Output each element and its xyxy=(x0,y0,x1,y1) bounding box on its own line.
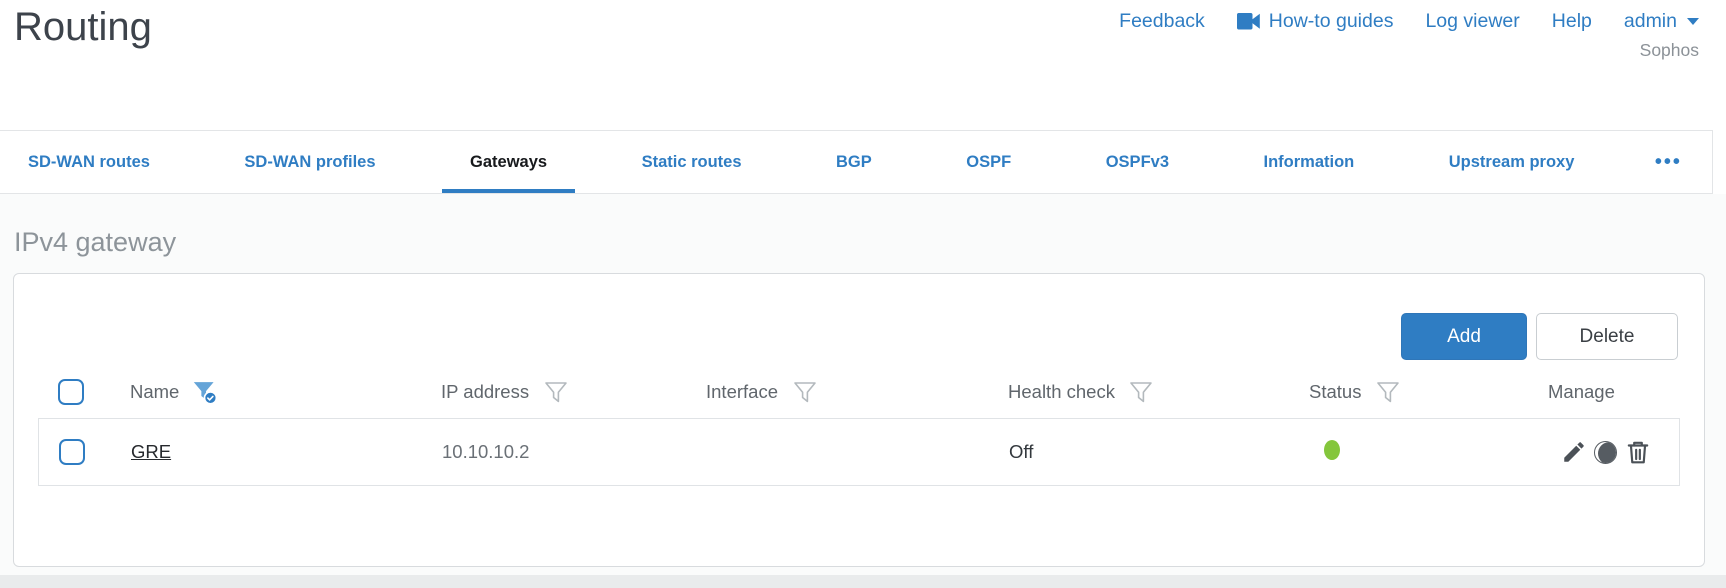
page-header: Routing Feedback How-to guides Log viewe… xyxy=(0,0,1726,130)
tab-upstream-proxy[interactable]: Upstream proxy xyxy=(1421,131,1603,193)
status-dot xyxy=(1324,439,1340,460)
main-content: IPv4 gateway Add Delete Name IP address xyxy=(0,194,1726,575)
howto-guides-link[interactable]: How-to guides xyxy=(1236,10,1393,33)
tab-static-routes[interactable]: Static routes xyxy=(614,131,770,193)
column-header-ip-address: IP address xyxy=(441,381,530,402)
health-check-cell: Off xyxy=(1009,441,1034,462)
brand-label: Sophos xyxy=(1639,40,1699,60)
tab-bgp[interactable]: BGP xyxy=(808,131,900,193)
tab-information[interactable]: Information xyxy=(1236,131,1383,193)
tab-sdwan-profiles[interactable]: SD-WAN profiles xyxy=(216,131,403,193)
row-checkbox[interactable] xyxy=(59,439,85,465)
column-header-manage: Manage xyxy=(1548,381,1615,402)
filter-funnel-icon[interactable] xyxy=(1374,379,1401,406)
section-title: IPv4 gateway xyxy=(14,227,177,257)
filter-funnel-icon[interactable] xyxy=(542,379,569,406)
log-viewer-link[interactable]: Log viewer xyxy=(1425,10,1519,33)
delete-trash-icon[interactable] xyxy=(1624,439,1651,466)
status-cell xyxy=(1310,439,1549,465)
edit-pencil-icon[interactable] xyxy=(1560,439,1587,466)
delete-button[interactable]: Delete xyxy=(1536,313,1678,360)
tab-sdwan-routes[interactable]: SD-WAN routes xyxy=(0,131,178,193)
page-title: Routing xyxy=(14,5,152,49)
filter-funnel-icon[interactable] xyxy=(791,379,818,406)
filter-funnel-icon[interactable] xyxy=(1128,379,1155,406)
tab-ospf[interactable]: OSPF xyxy=(938,131,1039,193)
bottom-band xyxy=(0,575,1726,588)
gateway-name-link[interactable]: GRE xyxy=(131,441,171,462)
table-toolbar: Add Delete xyxy=(14,274,1704,360)
tab-bar: SD-WAN routes SD-WAN profiles Gateways S… xyxy=(0,130,1713,194)
select-all-checkbox[interactable] xyxy=(58,379,84,405)
manage-cell xyxy=(1549,439,1679,466)
add-button[interactable]: Add xyxy=(1401,313,1527,360)
chevron-down-icon xyxy=(1687,18,1699,25)
video-camera-icon xyxy=(1236,13,1261,30)
admin-menu[interactable]: admin xyxy=(1624,10,1699,33)
tab-overflow-menu[interactable]: ••• xyxy=(1641,131,1696,193)
column-header-interface: Interface xyxy=(706,381,778,402)
header-right: Feedback How-to guides Log viewer Help a… xyxy=(1119,4,1699,130)
table-row: GRE 10.10.10.2 Off xyxy=(38,418,1680,486)
table-header-row: Name IP address Interface Health check S… xyxy=(38,366,1680,418)
view-icon[interactable] xyxy=(1592,439,1619,466)
filter-funnel-checked-icon[interactable] xyxy=(192,379,219,406)
column-header-status: Status xyxy=(1309,381,1362,402)
ip-address-cell: 10.10.10.2 xyxy=(442,441,530,462)
tab-gateways[interactable]: Gateways xyxy=(442,131,576,193)
column-header-name: Name xyxy=(130,381,180,402)
header-links: Feedback How-to guides Log viewer Help a… xyxy=(1119,10,1699,33)
column-header-health-check: Health check xyxy=(1008,381,1115,402)
ipv4-gateway-panel: Add Delete Name IP address Interface Hea… xyxy=(13,273,1705,567)
feedback-link[interactable]: Feedback xyxy=(1119,10,1205,33)
help-link[interactable]: Help xyxy=(1552,10,1592,33)
tab-ospfv3[interactable]: OSPFv3 xyxy=(1078,131,1197,193)
